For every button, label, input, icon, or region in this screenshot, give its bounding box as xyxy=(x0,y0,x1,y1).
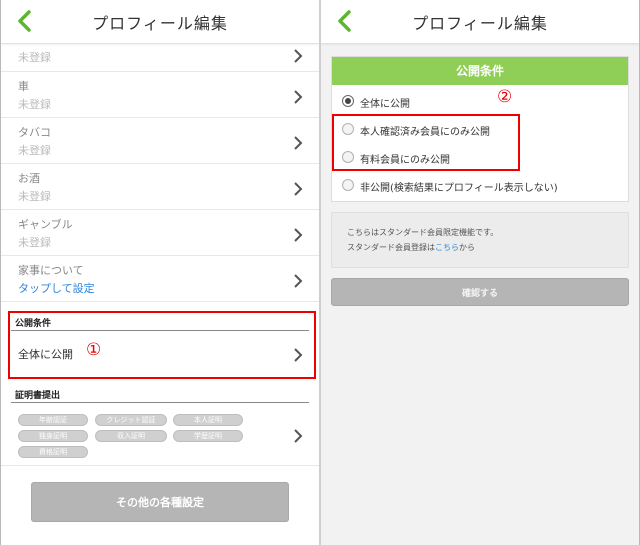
option-label: 非公開(検索結果にプロフィール表示しない) xyxy=(360,183,558,194)
option-label: 全体に公開 xyxy=(360,99,410,110)
radio-unselected[interactable] xyxy=(342,179,354,191)
row-label: 車 xyxy=(18,80,29,93)
chevron-right-icon xyxy=(293,135,303,150)
notice-line-1: こちらはスタンダード会員限定機能です。 xyxy=(347,228,499,237)
profile-row-gambling[interactable]: ギャンブル 未登録 xyxy=(1,210,319,256)
row-value: 未登録 xyxy=(18,98,51,111)
badge-qualification-proof: 資格証明 xyxy=(18,446,88,458)
standard-member-notice: こちらはスタンダード会員限定機能です。 スタンダード会員登録はこちらから xyxy=(331,212,629,268)
notice-text: スタンダード会員登録は xyxy=(347,243,435,252)
row-value: 未登録 xyxy=(18,144,51,157)
badge-income-proof: 収入証明 xyxy=(95,430,167,442)
badge-age-verification: 年齢認証 xyxy=(18,414,88,426)
badge-education-proof: 学歴証明 xyxy=(173,430,243,442)
chevron-right-icon xyxy=(293,89,303,104)
row-label: 家事について xyxy=(18,264,84,277)
header-bar: プロフィール編集 xyxy=(321,0,639,44)
badge-credit-verification: クレジット認証 xyxy=(95,414,167,426)
chevron-right-icon xyxy=(293,48,303,63)
profile-row-tobacco[interactable]: タバコ 未登録 xyxy=(1,118,319,164)
confirm-button[interactable]: 確認する xyxy=(331,278,629,306)
row-value: 未登録 xyxy=(18,190,51,203)
profile-row-alcohol[interactable]: お酒 未登録 xyxy=(1,164,319,210)
chevron-right-icon xyxy=(293,273,303,288)
profile-row-car[interactable]: 車 未登録 xyxy=(1,72,319,118)
row-value: 未登録 xyxy=(18,51,51,64)
row-label: お酒 xyxy=(18,172,40,185)
callout-number-2: ② xyxy=(497,87,513,107)
signup-link[interactable]: こちら xyxy=(435,243,459,252)
header-bar: プロフィール編集 xyxy=(1,0,319,44)
badge-single-proof: 独身証明 xyxy=(18,430,88,442)
row-value-tap-to-set: タップして設定 xyxy=(18,282,95,295)
certificates-row[interactable]: 年齢認証 クレジット認証 本人証明 独身証明 収入証明 学歴証明 資格証明 xyxy=(1,404,319,466)
row-label: タバコ xyxy=(18,126,51,139)
other-settings-button[interactable]: その他の各種設定 xyxy=(31,482,289,522)
profile-row-housework[interactable]: 家事について タップして設定 xyxy=(1,256,319,302)
radio-selected[interactable] xyxy=(342,95,354,107)
highlight-box-1 xyxy=(8,311,316,379)
row-value: 未登録 xyxy=(18,236,51,249)
page-title: プロフィール編集 xyxy=(92,14,228,33)
section-divider xyxy=(11,402,309,403)
highlight-box-2 xyxy=(332,114,520,171)
card-title: 公開条件 xyxy=(332,57,628,85)
chevron-right-icon xyxy=(293,181,303,196)
page-title: プロフィール編集 xyxy=(412,14,548,33)
chevron-right-icon xyxy=(293,227,303,242)
notice-line-2: スタンダード会員登録はこちらから xyxy=(347,242,475,253)
badge-identity-proof: 本人証明 xyxy=(173,414,243,426)
notice-text: から xyxy=(459,243,475,252)
section-title: 証明書提出 xyxy=(15,391,61,401)
chevron-right-icon xyxy=(293,428,303,443)
profile-edit-screen: 未登録 車 未登録 タバコ 未登録 お酒 未登録 ギャンブル 未登録 家事につい… xyxy=(1,0,319,545)
privacy-settings-screen: プロフィール編集 公開条件 全体に公開 本人確認済み会員にのみ公開 有料会員にの… xyxy=(321,0,639,545)
row-label: ギャンブル xyxy=(18,218,73,231)
callout-number-1: ① xyxy=(86,340,102,360)
